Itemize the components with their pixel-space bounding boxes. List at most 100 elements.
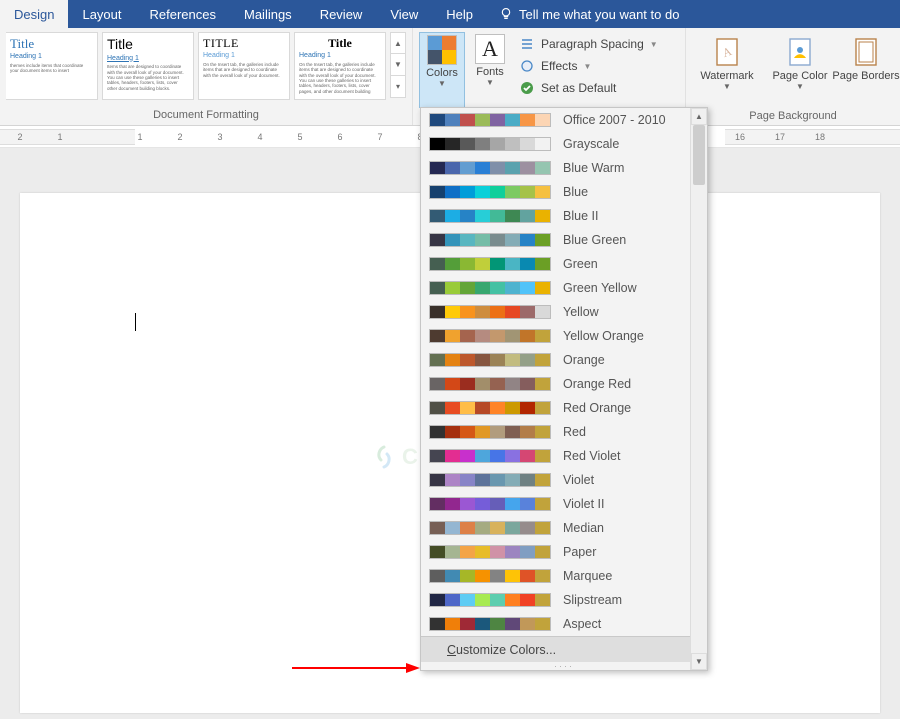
color-theme-label: Median bbox=[563, 521, 604, 535]
color-theme-label: Grayscale bbox=[563, 137, 619, 151]
fonts-label: Fonts bbox=[476, 66, 504, 78]
color-theme-swatches bbox=[429, 329, 551, 343]
colors-icon bbox=[427, 35, 457, 65]
color-theme-swatches bbox=[429, 281, 551, 295]
color-theme-item[interactable]: Aspect bbox=[421, 612, 690, 636]
formatting-options-list: Paragraph Spacing ▼ Effects ▼ Set as Def… bbox=[515, 32, 658, 108]
chevron-down-icon: ▼ bbox=[650, 40, 658, 49]
gallery-more-button[interactable]: ▾ bbox=[390, 76, 406, 98]
color-theme-item[interactable]: Grayscale bbox=[421, 132, 690, 156]
color-theme-item[interactable]: Blue II bbox=[421, 204, 690, 228]
tab-layout[interactable]: Layout bbox=[68, 0, 135, 28]
style-thumb-body: On the Insert tab, the galleries include… bbox=[203, 62, 285, 78]
color-theme-label: Red bbox=[563, 425, 586, 439]
color-theme-item[interactable]: Blue Warm bbox=[421, 156, 690, 180]
style-thumb-title: Title bbox=[10, 36, 93, 52]
color-theme-swatches bbox=[429, 353, 551, 367]
color-theme-item[interactable]: Violet II bbox=[421, 492, 690, 516]
page-color-label: Page Color bbox=[772, 70, 827, 82]
color-theme-item[interactable]: Marquee bbox=[421, 564, 690, 588]
gallery-down-button[interactable]: ▼ bbox=[390, 54, 406, 76]
style-thumb-3[interactable]: TITLE Heading 1 On the Insert tab, the g… bbox=[198, 32, 290, 100]
paragraph-spacing-button[interactable]: Paragraph Spacing ▼ bbox=[519, 34, 658, 54]
color-theme-item[interactable]: Blue Green bbox=[421, 228, 690, 252]
style-thumb-2[interactable]: Title Heading 1 Items that are designed … bbox=[102, 32, 194, 100]
scroll-down-button[interactable]: ▼ bbox=[691, 653, 707, 670]
set-default-label: Set as Default bbox=[541, 81, 616, 95]
page-color-button[interactable]: Page Color ▼ bbox=[772, 34, 828, 110]
color-theme-item[interactable]: Paper bbox=[421, 540, 690, 564]
color-theme-item[interactable]: Red Orange bbox=[421, 396, 690, 420]
color-theme-item[interactable]: Blue bbox=[421, 180, 690, 204]
watermark-label: Watermark bbox=[700, 70, 753, 82]
effects-button[interactable]: Effects ▼ bbox=[519, 56, 658, 76]
color-theme-swatches bbox=[429, 521, 551, 535]
page-borders-label: Page Borders bbox=[832, 70, 899, 82]
page-color-icon bbox=[784, 36, 816, 68]
gallery-up-button[interactable]: ▲ bbox=[390, 32, 406, 54]
fonts-icon: A bbox=[475, 34, 505, 64]
style-thumb-title: TITLE bbox=[203, 36, 285, 51]
chevron-down-icon: ▼ bbox=[486, 78, 494, 87]
dropdown-scrollbar[interactable]: ▲ ▼ bbox=[690, 108, 707, 670]
color-theme-swatches bbox=[429, 449, 551, 463]
tab-view[interactable]: View bbox=[376, 0, 432, 28]
style-thumb-heading: Heading 1 bbox=[299, 52, 381, 61]
chevron-down-icon: ▼ bbox=[438, 79, 446, 88]
tab-help[interactable]: Help bbox=[432, 0, 487, 28]
color-theme-label: Slipstream bbox=[563, 593, 622, 607]
style-thumb-body: On the Insert tab, the galleries include… bbox=[299, 62, 381, 94]
color-theme-swatches bbox=[429, 161, 551, 175]
color-theme-item[interactable]: Office 2007 - 2010 bbox=[421, 108, 690, 132]
color-theme-label: Blue Green bbox=[563, 233, 626, 247]
color-theme-item[interactable]: Red bbox=[421, 420, 690, 444]
color-theme-label: Blue bbox=[563, 185, 588, 199]
color-theme-item[interactable]: Green Yellow bbox=[421, 276, 690, 300]
color-theme-label: Paper bbox=[563, 545, 596, 559]
lightbulb-icon bbox=[499, 7, 513, 21]
color-theme-item[interactable]: Yellow Orange bbox=[421, 324, 690, 348]
color-theme-item[interactable]: Green bbox=[421, 252, 690, 276]
color-theme-item[interactable]: Median bbox=[421, 516, 690, 540]
tab-design[interactable]: Design bbox=[0, 0, 68, 28]
color-theme-item[interactable]: Orange bbox=[421, 348, 690, 372]
color-theme-item[interactable]: Slipstream bbox=[421, 588, 690, 612]
tell-me-search[interactable]: Tell me what you want to do bbox=[487, 0, 691, 28]
colors-button[interactable]: Colors ▼ bbox=[419, 32, 465, 108]
tab-review[interactable]: Review bbox=[306, 0, 377, 28]
scrollbar-thumb[interactable] bbox=[693, 125, 705, 185]
watermark-button[interactable]: A Watermark ▼ bbox=[692, 34, 762, 110]
style-thumb-heading: Heading 1 bbox=[10, 53, 93, 62]
color-theme-label: Aspect bbox=[563, 617, 601, 631]
check-icon bbox=[519, 80, 535, 96]
customize-colors-button[interactable]: Customize Colors... bbox=[421, 636, 707, 662]
page-borders-button[interactable]: Page Borders bbox=[838, 34, 894, 110]
color-theme-swatches bbox=[429, 209, 551, 223]
color-theme-item[interactable]: Yellow bbox=[421, 300, 690, 324]
set-as-default-button[interactable]: Set as Default bbox=[519, 78, 658, 98]
color-theme-swatches bbox=[429, 545, 551, 559]
dropdown-resize-grip[interactable]: ···· bbox=[421, 662, 707, 670]
color-theme-swatches bbox=[429, 233, 551, 247]
group-page-background: A Watermark ▼ Page Color ▼ Page Borders … bbox=[686, 28, 900, 125]
color-theme-swatches bbox=[429, 377, 551, 391]
style-thumb-1[interactable]: Title Heading 1 themes include items tha… bbox=[6, 32, 98, 100]
style-thumb-body: Items that are designed to coordinate wi… bbox=[107, 64, 189, 91]
color-theme-label: Green Yellow bbox=[563, 281, 637, 295]
color-theme-swatches bbox=[429, 569, 551, 583]
style-thumb-4[interactable]: Title Heading 1 On the Insert tab, the g… bbox=[294, 32, 386, 100]
tab-references[interactable]: References bbox=[136, 0, 230, 28]
color-theme-item[interactable]: Violet bbox=[421, 468, 690, 492]
color-theme-item[interactable]: Orange Red bbox=[421, 372, 690, 396]
color-theme-label: Blue Warm bbox=[563, 161, 624, 175]
paragraph-spacing-label: Paragraph Spacing bbox=[541, 37, 644, 51]
chevron-down-icon: ▼ bbox=[723, 82, 731, 91]
group-document-formatting: Title Heading 1 themes include items tha… bbox=[0, 28, 413, 125]
color-theme-swatches bbox=[429, 617, 551, 631]
color-theme-label: Orange bbox=[563, 353, 605, 367]
tab-mailings[interactable]: Mailings bbox=[230, 0, 306, 28]
scroll-up-button[interactable]: ▲ bbox=[691, 108, 707, 125]
color-theme-item[interactable]: Red Violet bbox=[421, 444, 690, 468]
fonts-button[interactable]: A Fonts ▼ bbox=[467, 32, 513, 108]
color-theme-label: Red Violet bbox=[563, 449, 620, 463]
